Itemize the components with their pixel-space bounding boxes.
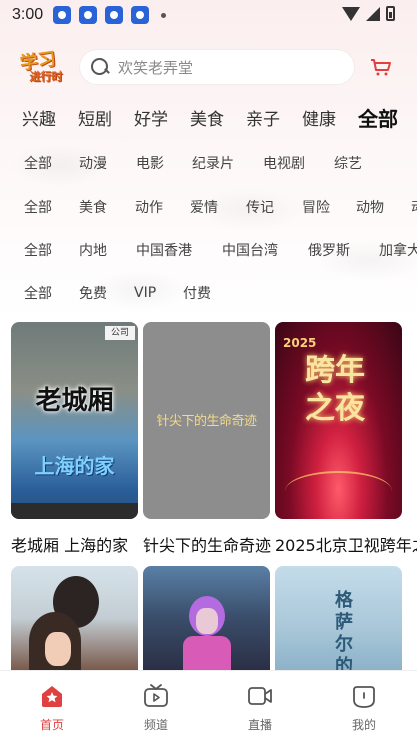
filter-region-russia[interactable]: 俄罗斯: [308, 240, 379, 260]
filter-type-movie[interactable]: 电影: [136, 153, 192, 173]
notification-paw-icon: [131, 6, 150, 24]
filter-row-genre: 全部 美食 动作 爱情 传记 冒险 动物 动: [24, 192, 417, 222]
tab-parenting[interactable]: 亲子: [246, 105, 280, 130]
poster-caption: 2025北京卫视跨年之夜: [275, 536, 417, 555]
poster-needle-tip-miracle[interactable]: 针尖下的生命奇迹: [143, 322, 270, 519]
poster-bjtv-new-year-gala[interactable]: 2025 跨年之夜: [275, 322, 402, 519]
poster-caption: 老城厢 上海的家: [11, 536, 129, 555]
notification-paw-icon: [53, 6, 72, 24]
tab-health[interactable]: 健康: [302, 105, 336, 130]
app-logo[interactable]: 学习 进行时: [8, 44, 68, 90]
nav-live[interactable]: 直播: [208, 671, 312, 741]
poster-caption: 针尖下的生命奇迹: [143, 536, 271, 555]
category-tabs: 兴趣 短剧 好学 美食 亲子 健康 全部: [0, 100, 417, 134]
poster-year: 2025: [283, 336, 317, 350]
notification-paw-icon: [105, 6, 124, 24]
notification-paw-icon: [79, 6, 98, 24]
poster-badge: 公司: [105, 326, 135, 340]
nav-home[interactable]: 首页: [0, 671, 104, 741]
status-bar: 3:00: [0, 0, 417, 30]
filter-region-hongkong[interactable]: 中国香港: [136, 240, 222, 260]
search-placeholder: 欢笑老弄堂: [118, 58, 194, 77]
filter-genre-romance[interactable]: 爱情: [190, 197, 246, 217]
filter-region-mainland[interactable]: 内地: [79, 240, 136, 260]
filter-genre-biography[interactable]: 传记: [246, 197, 302, 217]
home-icon: [42, 686, 62, 707]
filter-row-region: 全部 内地 中国香港 中国台湾 俄罗斯 加拿大: [24, 235, 417, 265]
filter-price-vip[interactable]: VIP: [134, 285, 183, 301]
filter-genre-all[interactable]: 全部: [24, 197, 79, 217]
filter-region-taiwan[interactable]: 中国台湾: [222, 240, 308, 260]
filter-genre-action[interactable]: 动作: [135, 197, 190, 217]
live-camera-icon: [248, 687, 272, 705]
filter-type-documentary[interactable]: 纪录片: [192, 153, 263, 173]
filter-row-type: 全部 动漫 电影 纪录片 电视剧 综艺: [24, 148, 362, 178]
status-time: 3:00: [12, 6, 44, 23]
nav-label: 首页: [39, 718, 64, 732]
wifi-icon: [342, 6, 360, 21]
filter-genre-food[interactable]: 美食: [79, 197, 135, 217]
poster-drama-couple[interactable]: [11, 566, 138, 670]
filter-price-free[interactable]: 免费: [79, 283, 134, 303]
search-icon: [90, 57, 110, 77]
app-header: 学习 进行时 欢笑老弄堂: [0, 38, 417, 96]
nav-label: 频道: [143, 718, 168, 732]
nav-channels[interactable]: 频道: [104, 671, 208, 741]
filter-genre-adventure[interactable]: 冒险: [302, 197, 356, 217]
tab-all[interactable]: 全部: [358, 103, 398, 132]
nav-profile[interactable]: 我的: [312, 671, 416, 741]
poster-gesar-hero[interactable]: 格萨尔的英雄: [275, 566, 402, 670]
poster-lao-cheng-xiang[interactable]: 公司 老城厢 上海的家: [11, 322, 138, 519]
signal-icon: [366, 6, 380, 21]
more-notifications-dot: [161, 12, 167, 18]
filter-type-anime[interactable]: 动漫: [79, 153, 136, 173]
filter-genre-animal[interactable]: 动物: [356, 197, 411, 217]
nav-label: 我的: [351, 718, 376, 732]
search-input[interactable]: 欢笑老弄堂: [80, 50, 354, 84]
filter-row-price: 全部 免费 VIP 付费: [24, 278, 211, 308]
filter-type-variety[interactable]: 综艺: [334, 153, 362, 173]
tab-food[interactable]: 美食: [190, 105, 224, 130]
filter-type-all[interactable]: 全部: [24, 153, 79, 173]
filter-type-tv-series[interactable]: 电视剧: [263, 153, 334, 173]
filter-price-paid[interactable]: 付费: [183, 283, 211, 303]
filter-genre-more[interactable]: 动: [411, 197, 417, 217]
tab-learning[interactable]: 好学: [134, 105, 168, 130]
poster-subtitle-art: 上海的家: [34, 454, 115, 478]
filter-region-canada[interactable]: 加拿大: [379, 240, 417, 260]
tab-interest[interactable]: 兴趣: [22, 105, 56, 130]
poster-title-art: 格萨尔的英雄: [335, 590, 353, 670]
shopping-cart-icon[interactable]: [370, 58, 392, 76]
bottom-navigation: 首页 频道 直播 我的: [0, 670, 417, 741]
poster-cyber-girl[interactable]: [143, 566, 270, 670]
nav-label: 直播: [247, 718, 272, 732]
poster-title-art: 跨年之夜: [305, 353, 365, 426]
tv-icon: [144, 684, 168, 707]
poster-title-art: 针尖下的生命奇迹: [156, 414, 257, 429]
filter-price-all[interactable]: 全部: [24, 283, 79, 303]
poster-title-art: 老城厢: [35, 386, 114, 416]
filter-region-all[interactable]: 全部: [24, 240, 79, 260]
battery-icon: [386, 6, 395, 21]
profile-icon: [353, 686, 375, 708]
tab-short-drama[interactable]: 短剧: [78, 105, 112, 130]
